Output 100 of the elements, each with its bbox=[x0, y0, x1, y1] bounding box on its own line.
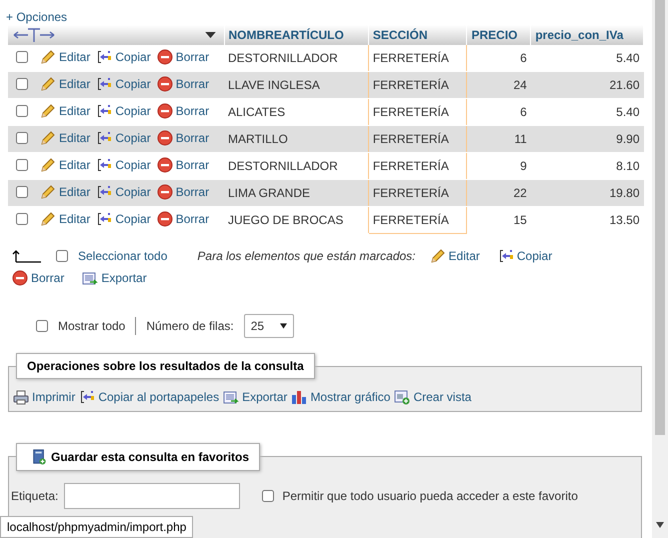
rows-label: Número de filas: bbox=[146, 319, 234, 333]
row-checkbox[interactable] bbox=[16, 78, 28, 90]
scrollbar[interactable] bbox=[652, 0, 668, 538]
row-checkbox[interactable] bbox=[16, 104, 28, 116]
row-checkbox[interactable] bbox=[16, 132, 28, 144]
row-action-link[interactable]: Borrar bbox=[176, 50, 210, 64]
row-action-link[interactable]: Editar bbox=[59, 76, 90, 90]
pencil-icon bbox=[40, 156, 56, 172]
rows-select[interactable]: 25 bbox=[244, 314, 294, 338]
table-cell: FERRETERÍA bbox=[372, 51, 449, 65]
row-action-link[interactable]: Borrar bbox=[176, 104, 210, 118]
copy-icon bbox=[96, 156, 112, 172]
label-text: Etiqueta: bbox=[11, 489, 58, 503]
bulk-action-link[interactable]: Exportar bbox=[101, 271, 147, 285]
row-action-link[interactable]: Copiar bbox=[115, 50, 151, 64]
fieldset-legend: Operaciones sobre los resultados de la consulta bbox=[16, 353, 315, 379]
row-action-link[interactable]: Editar bbox=[59, 104, 90, 118]
query-action-link[interactable]: Copiar al portapapeles bbox=[98, 390, 220, 404]
row-checkbox[interactable] bbox=[16, 186, 28, 198]
table-cell: 19.80 bbox=[609, 186, 640, 200]
row-action-link[interactable]: Borrar bbox=[176, 130, 210, 144]
query-action-link[interactable]: Mostrar gráfico bbox=[310, 390, 390, 404]
row-action-link[interactable]: Editar bbox=[59, 50, 90, 64]
table-cell: 5.40 bbox=[616, 51, 640, 65]
row-action-link[interactable]: Borrar bbox=[176, 158, 210, 172]
table-cell: JUEGO DE BROCAS bbox=[228, 213, 344, 227]
table-cell: 8.10 bbox=[616, 159, 640, 173]
show-all-checkbox[interactable] bbox=[36, 320, 48, 332]
pencil-icon bbox=[40, 102, 56, 118]
copy-icon bbox=[96, 76, 112, 92]
table-cell: LLAVE INGLESA bbox=[228, 78, 320, 92]
pencil-icon bbox=[40, 210, 56, 226]
delete-icon bbox=[12, 270, 28, 286]
table-cell: 22 bbox=[513, 186, 527, 200]
row-action-link[interactable]: Borrar bbox=[176, 212, 210, 226]
table-cell: LIMA GRANDE bbox=[228, 186, 310, 200]
copy-icon bbox=[96, 102, 112, 118]
copy-icon bbox=[96, 184, 112, 200]
selection-hint: Para los elementos que están marcados: bbox=[197, 249, 416, 263]
view-icon bbox=[394, 389, 410, 405]
row-action-link[interactable]: Borrar bbox=[176, 184, 210, 198]
copy-icon bbox=[96, 48, 112, 64]
arrow-up-icon bbox=[12, 249, 42, 263]
scroll-down-icon[interactable] bbox=[656, 522, 664, 528]
pencil-icon bbox=[430, 248, 446, 264]
row-checkbox[interactable] bbox=[16, 50, 28, 62]
share-checkbox[interactable] bbox=[262, 490, 274, 502]
query-action-link[interactable]: Exportar bbox=[242, 390, 288, 404]
pencil-icon bbox=[40, 76, 56, 92]
bulk-action-link[interactable]: Editar bbox=[448, 249, 480, 263]
row-action-link[interactable]: Copiar bbox=[115, 184, 151, 198]
table-cell: MARTILLO bbox=[228, 132, 288, 146]
export-icon bbox=[82, 270, 98, 286]
table-cell: FERRETERÍA bbox=[372, 132, 449, 146]
bulk-action-link[interactable]: Borrar bbox=[31, 271, 64, 285]
bar-chart-icon bbox=[291, 389, 308, 405]
copy-icon bbox=[96, 210, 112, 226]
pencil-icon bbox=[40, 184, 56, 200]
delete-icon bbox=[156, 76, 173, 92]
copy-icon bbox=[498, 248, 514, 264]
printer-icon bbox=[13, 389, 29, 405]
row-action-link[interactable]: Editar bbox=[59, 212, 90, 226]
row-checkbox[interactable] bbox=[16, 212, 28, 224]
delete-icon bbox=[156, 210, 173, 226]
row-action-link[interactable]: Editar bbox=[59, 130, 90, 144]
table-cell: 9 bbox=[520, 159, 527, 173]
delete-icon bbox=[156, 102, 173, 118]
bookmark-add-icon bbox=[31, 449, 47, 465]
select-all-checkbox[interactable] bbox=[56, 250, 68, 262]
bulk-action-link[interactable]: Copiar bbox=[516, 249, 552, 263]
query-action-link[interactable]: Imprimir bbox=[32, 390, 76, 404]
row-action-link[interactable]: Editar bbox=[59, 158, 90, 172]
copy-icon bbox=[96, 130, 112, 146]
row-action-link[interactable]: Editar bbox=[59, 184, 90, 198]
dropdown-arrow-icon[interactable] bbox=[204, 32, 216, 38]
delete-icon bbox=[156, 156, 173, 172]
query-action-link[interactable]: Crear vista bbox=[413, 390, 472, 404]
row-action-link[interactable]: Copiar bbox=[115, 76, 151, 90]
fieldset-legend: Guardar esta consulta en favoritos bbox=[51, 450, 250, 464]
row-action-link[interactable]: Copiar bbox=[115, 212, 151, 226]
select-all-link[interactable]: Seleccionar todo bbox=[78, 249, 168, 263]
row-action-link[interactable]: Borrar bbox=[176, 76, 210, 90]
pencil-icon bbox=[40, 130, 56, 146]
table-cell: 24 bbox=[513, 78, 527, 92]
row-action-link[interactable]: Copiar bbox=[115, 158, 151, 172]
table-cell: 13.50 bbox=[609, 213, 640, 227]
table-cell: 6 bbox=[520, 51, 527, 65]
options-link[interactable]: + Opciones bbox=[6, 10, 68, 24]
row-action-link[interactable]: Copiar bbox=[115, 104, 151, 118]
dropdown-arrow-icon bbox=[280, 323, 287, 329]
column-resize-icon[interactable] bbox=[12, 27, 56, 43]
row-action-link[interactable]: Copiar bbox=[115, 130, 151, 144]
table-cell: 11 bbox=[514, 132, 527, 146]
table-cell: FERRETERÍA bbox=[372, 78, 449, 92]
row-checkbox[interactable] bbox=[16, 158, 28, 170]
table-cell: 9.90 bbox=[616, 132, 640, 146]
label-input-field[interactable] bbox=[64, 483, 240, 509]
delete-icon bbox=[156, 48, 173, 64]
table-cell: 5.40 bbox=[616, 105, 640, 119]
copy-icon bbox=[79, 389, 96, 405]
